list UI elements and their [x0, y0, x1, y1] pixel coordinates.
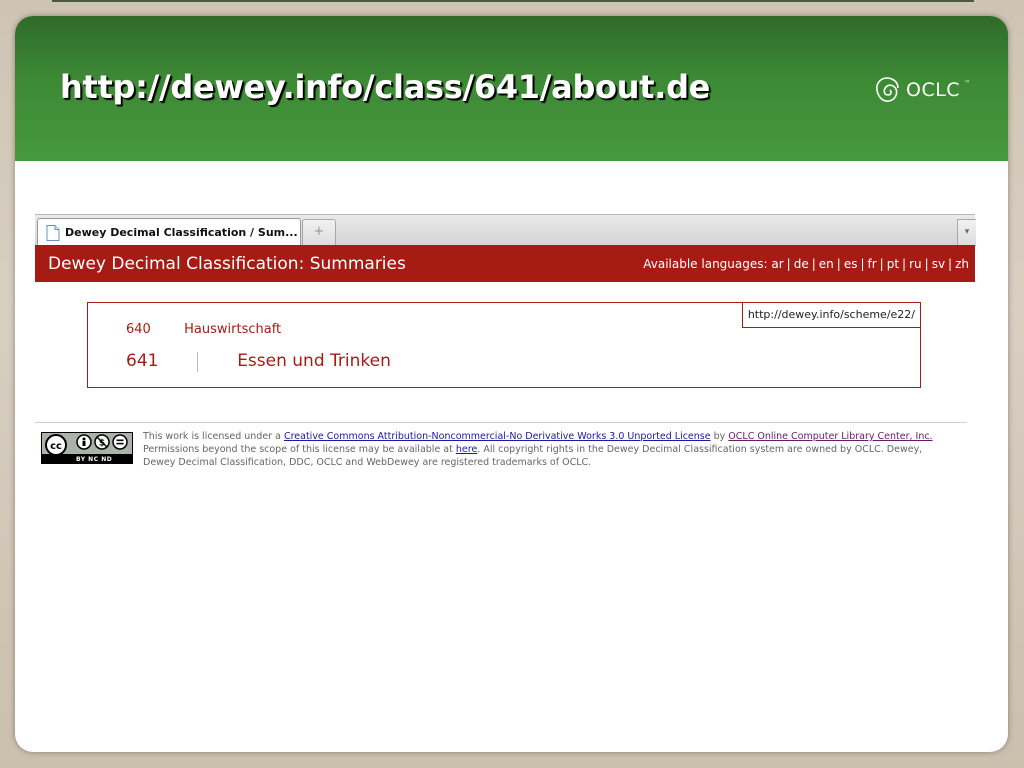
license-intro: This work is licensed under a — [143, 431, 284, 442]
ddc-header-bar: Dewey Decimal Classification: Summaries … — [35, 245, 975, 282]
oclc-trademark: ™ — [964, 80, 971, 87]
permissions-here-link[interactable]: here — [456, 444, 477, 455]
license-by: by — [710, 431, 729, 442]
current-class-caption: Essen und Trinken — [237, 351, 391, 371]
browser-tab-bar: Dewey Decimal Classification / Sum... + … — [35, 214, 976, 246]
parent-class-row[interactable]: 640 Hauswirtschaft — [126, 322, 281, 337]
parent-class-notation: 640 — [126, 322, 151, 337]
language-link-pt[interactable]: pt — [887, 257, 899, 271]
new-tab-button[interactable]: + — [302, 219, 336, 245]
language-selector: Available languages: ar | de | en | es | fr | pt | r… — [643, 257, 969, 271]
oclc-owner-link[interactable]: OCLC Online Computer Library Center, Inc… — [728, 431, 932, 442]
cc-license-badge[interactable]: cc $ BY NC ND — [41, 432, 133, 464]
browser-tab-label: Dewey Decimal Classification / Sum... — [65, 226, 298, 239]
language-link-sv[interactable]: sv — [932, 257, 945, 271]
current-class-notation: 641 — [126, 351, 159, 371]
current-class-row: 641 Essen und Trinken — [126, 351, 391, 373]
slide: http://dewey.info/class/641/about.de OCL… — [15, 16, 1008, 752]
slide-title: http://dewey.info/class/641/about.de — [60, 68, 711, 106]
oclc-logo: OCLC ™ — [872, 74, 970, 106]
tab-list-button[interactable]: ▾ — [957, 219, 976, 246]
document-icon — [46, 224, 60, 241]
language-link-ru[interactable]: ru — [909, 257, 922, 271]
language-link-ar[interactable]: ar — [771, 257, 783, 271]
oclc-logo-text: OCLC — [906, 79, 961, 101]
svg-text:cc: cc — [50, 441, 62, 452]
browser-screenshot: Dewey Decimal Classification / Sum... + … — [35, 214, 976, 494]
language-link-fr[interactable]: fr — [868, 257, 877, 271]
ddc-header-title: Dewey Decimal Classification: Summaries — [48, 254, 406, 274]
cc-badge-strip-text: BY NC ND — [76, 456, 113, 463]
license-permissions: Permissions beyond the scope of this lic… — [143, 444, 456, 455]
browser-tab-active[interactable]: Dewey Decimal Classification / Sum... — [37, 218, 301, 246]
top-divider — [52, 0, 974, 2]
license-link[interactable]: Creative Commons Attribution-Noncommerci… — [284, 431, 711, 442]
classification-box: http://dewey.info/scheme/e22/ 640 Hauswi… — [87, 302, 921, 388]
languages-prefix: Available languages: — [643, 257, 768, 271]
parent-class-caption: Hauswirtschaft — [184, 322, 282, 337]
notation-divider — [197, 351, 199, 372]
oclc-logo-icon — [876, 77, 899, 102]
language-link-en[interactable]: en — [819, 257, 834, 271]
language-link-zh[interactable]: zh — [955, 257, 969, 271]
slide-header: http://dewey.info/class/641/about.de OCL… — [15, 16, 1008, 161]
license-notice: This work is licensed under a Creative C… — [143, 430, 955, 469]
footer-divider — [35, 422, 967, 423]
language-link-de[interactable]: de — [794, 257, 809, 271]
scheme-uri-link[interactable]: http://dewey.info/scheme/e22/ — [741, 302, 921, 328]
language-link-es[interactable]: es — [844, 257, 858, 271]
cc-license-icon: cc $ — [45, 434, 128, 455]
